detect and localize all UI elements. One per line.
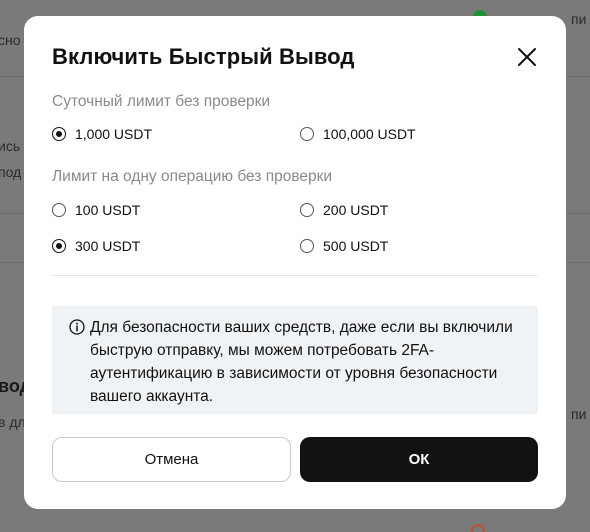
background-text: под [0,164,22,180]
per-operation-option-300[interactable]: 300 USDT [52,238,140,254]
security-notice: Для безопасности ваших средств, даже есл… [52,306,538,414]
background-text: пи [571,406,587,422]
radio-label: 300 USDT [75,238,141,254]
background-text: пи [571,11,587,27]
security-notice-text: Для безопасности ваших средств, даже есл… [90,319,513,405]
background-text: ись [0,138,21,154]
radio-checked-icon [52,239,66,253]
daily-limit-option-100000[interactable]: 100,000 USDT [300,126,416,142]
per-operation-option-500[interactable]: 500 USDT [300,238,388,254]
daily-limit-label: Суточный лимит без проверки [52,93,271,110]
per-operation-option-100[interactable]: 100 USDT [52,202,140,218]
radio-unchecked-icon [300,239,314,253]
radio-unchecked-icon [52,203,66,217]
radio-label: 1,000 USDT [75,126,153,142]
info-icon [69,319,85,335]
close-icon [518,48,536,66]
per-operation-limit-label: Лимит на одну операцию без проверки [52,168,333,185]
radio-unchecked-icon [300,203,314,217]
cancel-button[interactable]: Отмена [52,437,291,482]
close-button[interactable] [516,46,538,68]
radio-unchecked-icon [300,127,314,141]
ok-button[interactable]: ОК [300,437,538,482]
radio-label: 100,000 USDT [323,126,416,142]
dialog-title: Включить Быстрый Вывод [52,44,355,69]
radio-checked-icon [52,127,66,141]
background-text: в дл [0,414,26,430]
radio-label: 200 USDT [323,202,389,218]
radio-label: 500 USDT [323,238,389,254]
divider [52,275,538,276]
background-text: сно [0,32,21,48]
radio-label: 100 USDT [75,202,141,218]
per-operation-option-200[interactable]: 200 USDT [300,202,388,218]
warning-icon [471,524,485,532]
daily-limit-option-1000[interactable]: 1,000 USDT [52,126,152,142]
quick-withdraw-dialog: Включить Быстрый Вывод Суточный лимит бе… [24,16,566,509]
